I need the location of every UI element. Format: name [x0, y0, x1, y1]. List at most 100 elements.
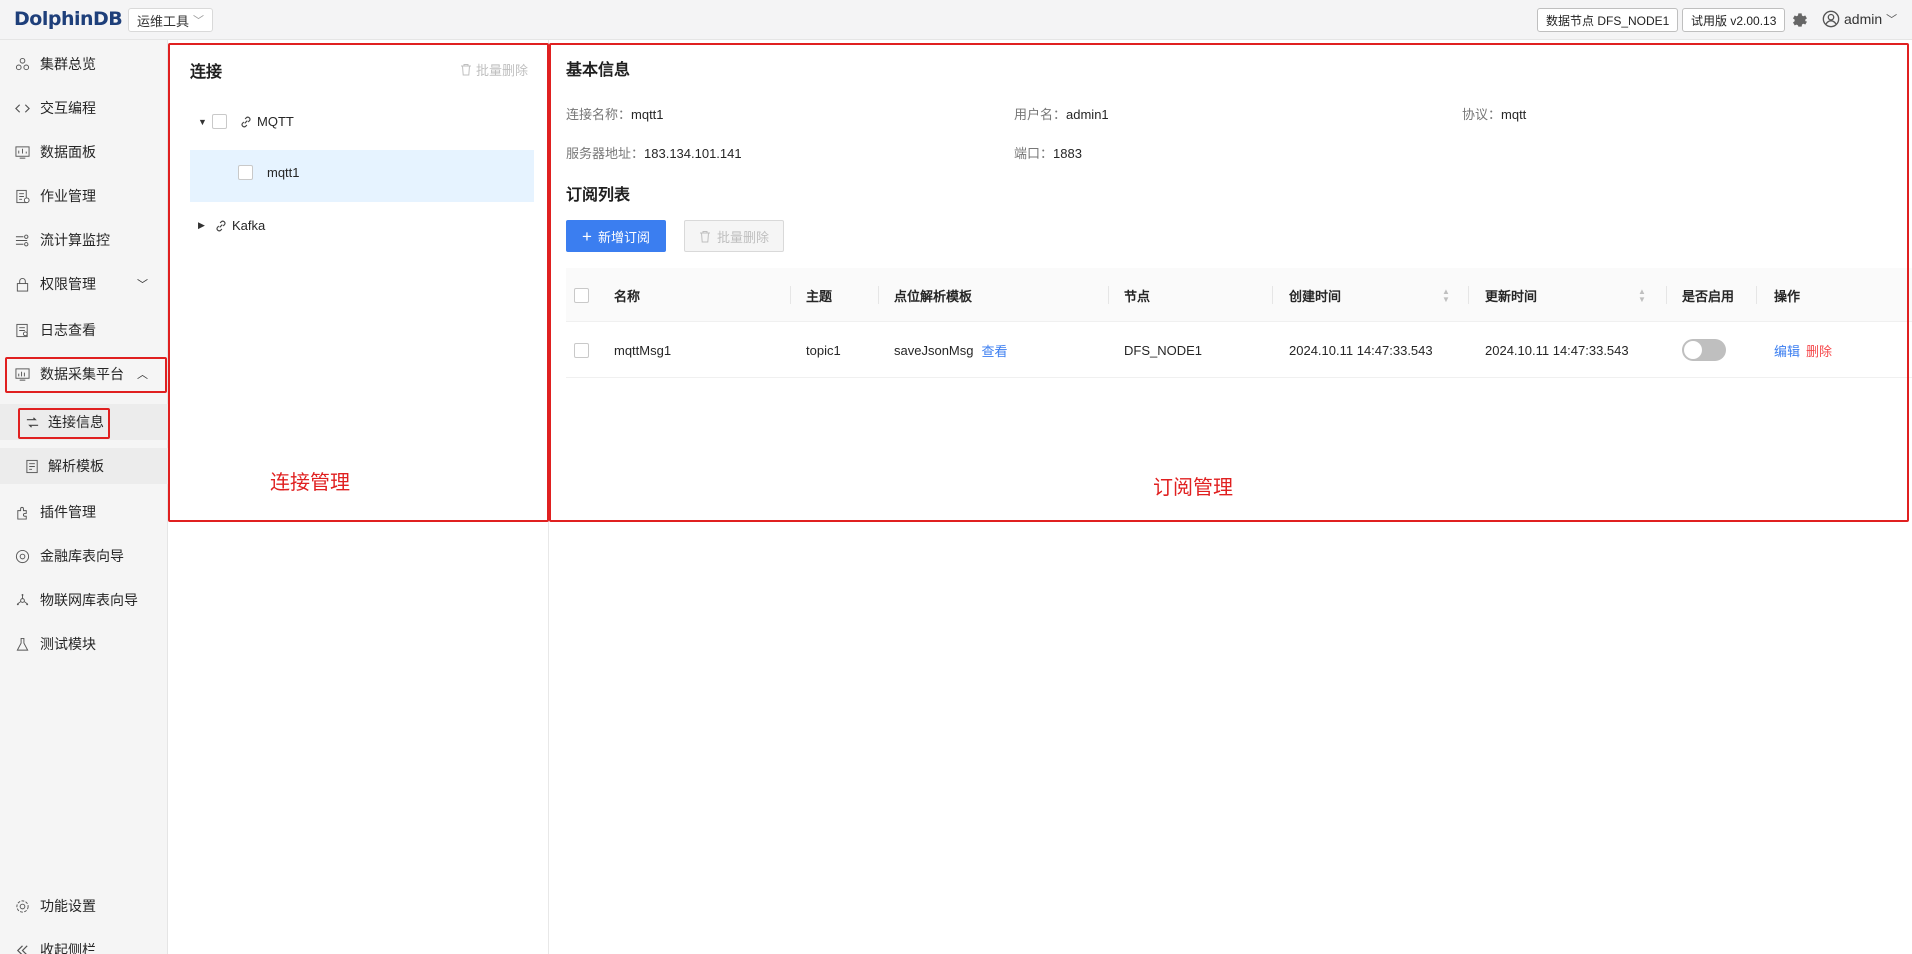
sidebar-item-cluster-overview[interactable]: 集群总览: [0, 46, 168, 82]
field-label: 端口：: [1014, 146, 1054, 161]
row-checkbox[interactable]: [574, 342, 589, 358]
data-collection-icon: [14, 366, 30, 382]
col-header-created-time[interactable]: 创建时间: [1289, 268, 1341, 322]
connection-panel-title: 连接: [190, 64, 223, 81]
sidebar-item-log-view[interactable]: 日志查看: [0, 312, 168, 348]
field-label: 服务器地址：: [566, 146, 645, 161]
column-divider: [1108, 286, 1109, 304]
sidebar-item-label: 数据面板: [40, 144, 96, 160]
annotation-connection-management: 连接管理: [270, 472, 350, 494]
field-username: 用户名：admin1: [1014, 104, 1109, 123]
sidebar-item-label: 收起侧栏: [40, 942, 96, 954]
ops-tools-select[interactable]: 运维工具 ﹀: [128, 8, 214, 32]
sidebar-item-stream-monitor[interactable]: 流计算监控: [0, 222, 168, 258]
settings-icon: [14, 898, 30, 914]
field-value: mqtt: [1501, 107, 1527, 122]
field-protocol: 协议：mqtt: [1462, 104, 1526, 123]
code-icon: [14, 100, 30, 116]
select-all-checkbox-cell[interactable]: [574, 268, 589, 322]
edit-link[interactable]: 编辑: [1774, 341, 1800, 360]
sidebar-item-dashboard[interactable]: 数据面板: [0, 134, 168, 170]
sidebar-subitem-connection-info[interactable]: 连接信息: [0, 404, 168, 440]
cell-node: DFS_NODE1: [1124, 342, 1203, 358]
sidebar-subitem-parse-template[interactable]: 解析模板: [0, 448, 168, 484]
subscription-table-header: 名称 主题 点位解析模板 节点 创建时间 ▲ ▼ 更新时间 ▲ ▼ 是否启用 操作: [566, 268, 1912, 322]
column-divider: [1272, 286, 1273, 304]
sidebar-subitem-label: 解析模板: [48, 458, 104, 474]
col-header-name: 名称: [614, 288, 641, 304]
dashboard-icon: [14, 144, 30, 160]
tree-node-mqtt1[interactable]: mqtt1: [238, 165, 300, 180]
sort-icon[interactable]: ▲ ▼: [1442, 288, 1450, 304]
sidebar-collapse-button[interactable]: 收起侧栏: [0, 932, 168, 954]
field-server-address: 服务器地址：183.134.101.141: [566, 143, 742, 162]
user-menu[interactable]: admin ﹀: [1822, 10, 1897, 28]
select-all-checkbox[interactable]: [574, 287, 589, 303]
col-header-updated-time[interactable]: 更新时间: [1485, 268, 1537, 322]
caret-down-icon[interactable]: ▼: [198, 117, 210, 127]
field-label: 连接名称：: [566, 107, 632, 122]
tree-checkbox-mqtt1[interactable]: [238, 165, 253, 180]
sidebar-item-label: 日志查看: [40, 322, 96, 338]
sort-icon[interactable]: ▲ ▼: [1638, 288, 1646, 304]
template-name: saveJsonMsg: [894, 342, 974, 358]
sidebar-item-test-module[interactable]: 测试模块: [0, 626, 168, 662]
column-divider: [1468, 286, 1469, 304]
sidebar-item-label: 数据采集平台: [40, 366, 124, 382]
sidebar-item-label: 集群总览: [40, 56, 96, 72]
field-value: mqtt1: [631, 107, 664, 122]
table-row: mqttMsg1 topic1 saveJsonMsg 查看 DFS_NODE1…: [566, 322, 1912, 378]
flask-icon: [14, 636, 30, 652]
chevron-up-icon: ︿: [137, 369, 148, 381]
sidebar-item-data-collection[interactable]: 数据采集平台 ︿: [0, 356, 168, 392]
sidebar: 集群总览 交互编程 数据面板 作业管理 流计算监控 权限管理 ﹀ 日志查看 数据…: [0, 40, 168, 954]
tree-node-label: MQTT: [257, 114, 294, 129]
sidebar-item-settings[interactable]: 功能设置: [0, 888, 168, 924]
sidebar-item-finance-wizard[interactable]: 金融库表向导: [0, 538, 168, 574]
col-header-node: 节点: [1124, 288, 1151, 304]
sidebar-item-label: 测试模块: [40, 636, 96, 652]
tree-node-kafka[interactable]: ▶ Kafka: [198, 218, 265, 233]
field-label: 协议：: [1462, 107, 1502, 122]
lock-icon: [14, 276, 30, 292]
cell-enabled: [1682, 322, 1726, 378]
gear-icon[interactable]: [1790, 10, 1810, 30]
cell-name: mqttMsg1: [614, 342, 672, 358]
sidebar-subitem-label: 连接信息: [48, 414, 104, 430]
cell-topic: topic1: [806, 342, 841, 358]
connection-icon: [24, 414, 40, 430]
col-header-enabled: 是否启用: [1682, 288, 1735, 304]
sidebar-item-job-management[interactable]: 作业管理: [0, 178, 168, 214]
cell-actions: 编辑 删除: [1774, 322, 1832, 378]
caret-right-icon[interactable]: ▶: [198, 220, 210, 231]
cell-created-time: 2024.10.11 14:47:33.543: [1289, 342, 1433, 358]
sidebar-item-plugin-management[interactable]: 插件管理: [0, 494, 168, 530]
tree-checkbox-mqtt[interactable]: [212, 114, 227, 129]
trash-icon: [461, 64, 471, 76]
cluster-icon: [14, 56, 30, 72]
column-divider: [1666, 286, 1667, 304]
enable-toggle[interactable]: [1682, 339, 1726, 361]
field-connection-name: 连接名称：mqtt1: [566, 104, 664, 123]
tree-node-mqtt[interactable]: ▼ MQTT: [198, 114, 294, 129]
basic-info-title: 基本信息: [566, 62, 631, 79]
subscription-batch-delete-button[interactable]: 批量删除: [684, 220, 785, 252]
delete-link[interactable]: 删除: [1806, 341, 1832, 360]
tree-node-label: mqtt1: [267, 165, 300, 180]
sidebar-item-iot-wizard[interactable]: 物联网库表向导: [0, 582, 168, 618]
connection-batch-delete-button[interactable]: 批量删除: [460, 60, 528, 79]
sidebar-item-interactive-programming[interactable]: 交互编程: [0, 90, 168, 126]
add-subscription-button[interactable]: + 新增订阅: [566, 220, 666, 252]
subscription-list-title: 订阅列表: [566, 187, 631, 204]
view-template-link[interactable]: 查看: [981, 341, 1007, 360]
sidebar-item-permission[interactable]: 权限管理 ﹀: [0, 266, 168, 302]
job-icon: [14, 188, 30, 204]
dolphindb-logo[interactable]: DolphinDB: [14, 8, 123, 30]
template-icon: [24, 458, 40, 474]
row-checkbox-cell[interactable]: [574, 322, 589, 378]
sidebar-item-label: 插件管理: [40, 504, 96, 520]
chevron-down-icon: ﹀: [1886, 14, 1898, 26]
sidebar-item-label: 流计算监控: [40, 232, 110, 248]
column-divider: [878, 286, 879, 304]
col-header-actions: 操作: [1774, 288, 1801, 304]
